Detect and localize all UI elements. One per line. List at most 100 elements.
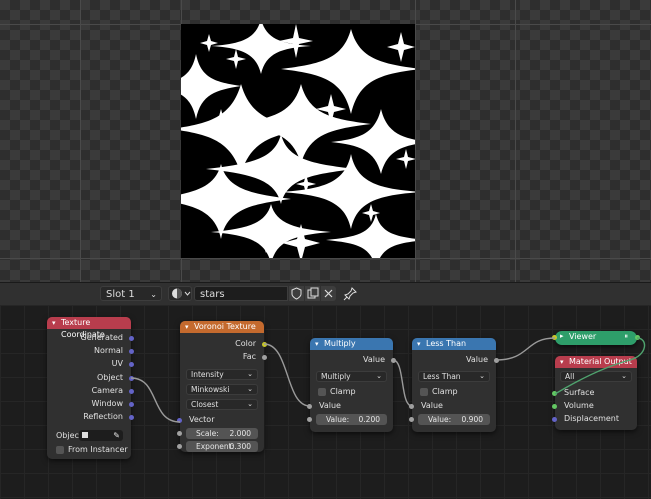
fac-output-socket[interactable]: [262, 355, 267, 360]
operation-value: Multiply: [321, 372, 351, 381]
exponent-input-socket[interactable]: [177, 444, 182, 449]
output-socket[interactable]: [129, 402, 134, 407]
output-label: Window: [91, 399, 123, 408]
volume-input-socket[interactable]: [552, 404, 557, 409]
output-socket[interactable]: [129, 389, 134, 394]
value-label: Value:: [428, 415, 452, 424]
clamp-checkbox[interactable]: [318, 388, 326, 396]
voronoi-texture-node[interactable]: ▾ Voronoi Texture Color Fac Intensity ⌄ M…: [177, 321, 267, 452]
chevron-down-icon: ⌄: [247, 400, 253, 408]
pin-button[interactable]: [343, 286, 358, 301]
output-label: Generated: [80, 333, 123, 342]
grid-line: [80, 0, 81, 282]
value-input-socket[interactable]: [409, 404, 414, 409]
collapse-arrow-icon[interactable]: ▾: [185, 321, 189, 333]
duplicate-material-button[interactable]: [305, 286, 320, 301]
clamp-checkbox[interactable]: [420, 388, 428, 396]
output-label: Value: [466, 355, 488, 364]
collapse-arrow-icon[interactable]: ▾: [417, 338, 421, 350]
output-label: Camera: [91, 386, 123, 395]
material-browse-button[interactable]: [168, 286, 192, 301]
mode-value: Closest: [191, 400, 219, 409]
displacement-input-socket[interactable]: [552, 417, 557, 422]
viewer-node[interactable]: ▸ Viewer ⏸: [552, 331, 640, 345]
output-socket[interactable]: [129, 349, 134, 354]
surface-input-socket[interactable]: [552, 391, 557, 396]
value-input-label: Value: [421, 401, 443, 410]
chevron-down-icon: ⌄: [150, 290, 157, 299]
unlink-material-button[interactable]: [321, 286, 336, 301]
node-header[interactable]: ▾ Voronoi Texture: [180, 321, 264, 333]
node-header[interactable]: ▾ Texture Coordinate: [47, 317, 131, 339]
node-title: Voronoi Texture: [194, 322, 256, 331]
collapse-arrow-icon[interactable]: ▾: [315, 338, 319, 350]
value-input-label: Value: [319, 401, 341, 410]
chevron-down-icon: ⌄: [247, 370, 253, 378]
fake-user-button[interactable]: [289, 286, 304, 301]
from-instancer-checkbox[interactable]: [56, 446, 64, 454]
scale-value: 2.000: [229, 429, 251, 438]
node-header[interactable]: ▾ Multiply: [310, 338, 393, 350]
expand-arrow-icon[interactable]: ▸: [560, 332, 564, 340]
exponent-field[interactable]: Exponent: 0.300: [186, 441, 258, 452]
input-label: Surface: [564, 388, 595, 397]
output-socket[interactable]: [129, 376, 134, 381]
value-input-socket[interactable]: [409, 417, 414, 422]
feature-value: Intensity: [191, 370, 224, 379]
output-label: UV: [111, 359, 123, 368]
node-header[interactable]: ▾ Material Output: [555, 356, 637, 368]
output-label: Fac: [242, 352, 256, 361]
material-output-node[interactable]: ▾ Material Output All ⌄ Surface Volume Di…: [552, 356, 637, 430]
viewer-input-socket[interactable]: [552, 335, 557, 340]
node-header[interactable]: ▾ Less Than: [412, 338, 496, 350]
scale-field[interactable]: Scale: 2.000: [186, 428, 258, 439]
output-socket[interactable]: [129, 362, 134, 367]
object-field[interactable]: ✎: [79, 430, 123, 441]
value-input-socket[interactable]: [307, 417, 312, 422]
object-label: Objec: [56, 431, 79, 440]
node-editor-canvas[interactable]: ▾ Texture Coordinate Generated Normal UV…: [0, 305, 651, 499]
operation-dropdown[interactable]: Multiply ⌄: [316, 371, 387, 382]
multiply-node[interactable]: ▾ Multiply Value Multiply ⌄ Clamp Value V…: [307, 338, 396, 432]
collapse-arrow-icon[interactable]: ▾: [560, 356, 564, 368]
shield-icon: [291, 287, 302, 300]
value-field[interactable]: Value: 0.200: [316, 414, 387, 425]
value-number: 0.200: [358, 415, 380, 424]
feature-dropdown[interactable]: Intensity ⌄: [186, 369, 258, 380]
operation-value: Less Than: [423, 372, 461, 381]
output-label: Reflection: [83, 412, 123, 421]
vector-input-socket[interactable]: [177, 418, 182, 423]
output-socket[interactable]: [129, 336, 134, 341]
texture-coordinate-node[interactable]: ▾ Texture Coordinate Generated Normal UV…: [47, 317, 134, 459]
chevron-down-icon: ⌄: [376, 372, 382, 380]
output-label: Object: [96, 373, 123, 382]
eyedropper-icon[interactable]: ✎: [113, 430, 120, 441]
node-title: Material Output: [569, 357, 632, 366]
vector-label: Vector: [189, 415, 215, 424]
output-socket[interactable]: [129, 415, 134, 420]
from-instancer-label: From Instancer: [68, 445, 128, 454]
viewer-output-socket[interactable]: [635, 335, 640, 340]
less-than-node[interactable]: ▾ Less Than Value Less Than ⌄ Clamp Value…: [409, 338, 499, 432]
value-output-socket[interactable]: [494, 358, 499, 363]
operation-dropdown[interactable]: Less Than ⌄: [418, 371, 490, 382]
slot-dropdown[interactable]: Slot 1 ⌄: [100, 286, 162, 301]
input-label: Volume: [564, 401, 594, 410]
material-name-field[interactable]: stars: [194, 286, 288, 301]
color-output-socket[interactable]: [262, 342, 267, 347]
mode-dropdown[interactable]: Closest ⌄: [186, 399, 258, 410]
distance-dropdown[interactable]: Minkowski ⌄: [186, 384, 258, 395]
value-number: 0.900: [461, 415, 483, 424]
value-input-socket[interactable]: [307, 404, 312, 409]
scale-input-socket[interactable]: [177, 431, 182, 436]
node-editor-header: Slot 1 ⌄ stars: [0, 282, 651, 306]
value-field[interactable]: Value: 0.900: [418, 414, 490, 425]
clamp-label: Clamp: [432, 387, 458, 396]
value-output-socket[interactable]: [391, 358, 396, 363]
node-title: Less Than: [426, 339, 467, 348]
chevron-down-icon: ⌄: [247, 385, 253, 393]
close-icon: [324, 289, 333, 298]
collapse-arrow-icon[interactable]: ▾: [52, 317, 56, 329]
target-dropdown[interactable]: All ⌄: [560, 371, 632, 382]
image-preview-area[interactable]: [0, 0, 651, 282]
